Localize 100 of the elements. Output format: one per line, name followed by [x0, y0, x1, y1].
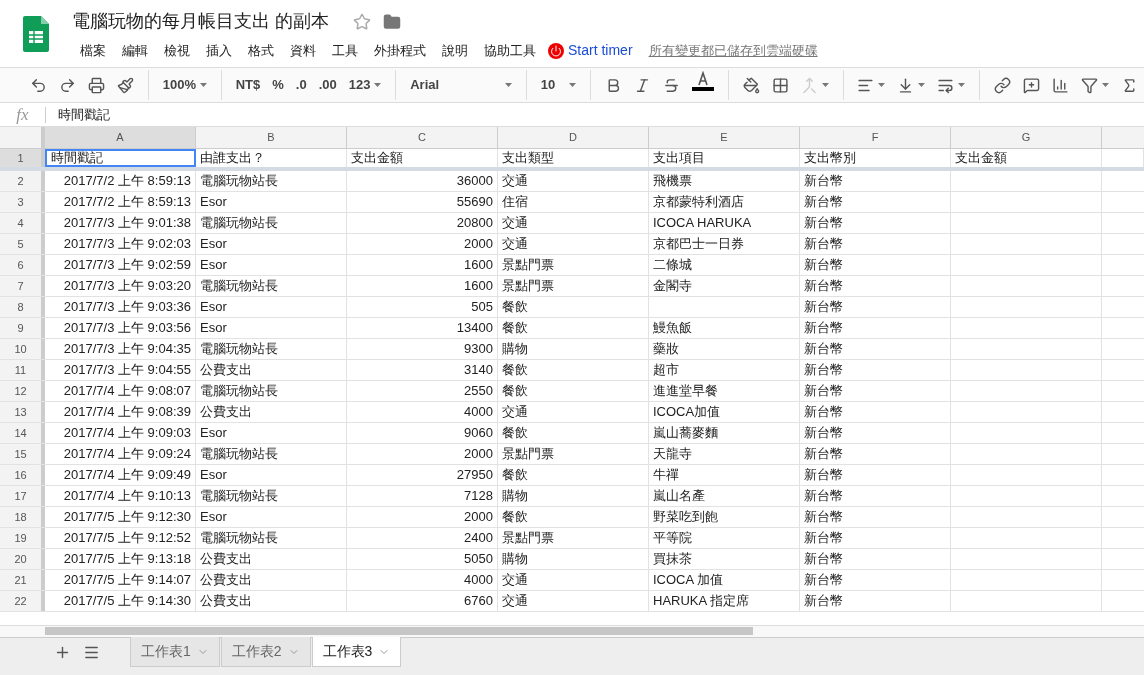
sheet-tab[interactable]: 工作表2 — [220, 637, 311, 667]
table-cell-text: 2000 — [464, 445, 493, 464]
table-cell[interactable]: 時間戳記 — [45, 149, 196, 167]
font-dropdown[interactable]: Arial — [404, 71, 518, 99]
table-cell-text: 野菜吃到飽 — [653, 508, 718, 527]
row-header[interactable]: 22 — [0, 591, 45, 611]
caret-icon — [821, 83, 829, 87]
row-header[interactable]: 4 — [0, 213, 45, 233]
menu-item[interactable]: 檔案 — [72, 39, 114, 63]
percent-format-button[interactable]: % — [266, 71, 290, 99]
caret-icon — [1101, 83, 1109, 87]
table-cell-text: 電腦玩物站長 — [200, 529, 278, 548]
star-icon[interactable] — [353, 12, 371, 31]
decrease-decimal-button[interactable]: .0 — [289, 71, 313, 99]
horizontal-scrollbar[interactable] — [45, 627, 753, 635]
menu-item[interactable]: 工具 — [324, 39, 366, 63]
table-cell-text: 1600 — [464, 256, 493, 275]
caret-icon — [504, 83, 512, 87]
number-format-dropdown[interactable]: 123 — [342, 71, 388, 99]
caret-icon — [958, 83, 966, 87]
table-cell-text: 新台幣 — [804, 508, 843, 527]
menu-item[interactable]: 格式 — [240, 39, 282, 63]
folder-icon[interactable] — [383, 12, 401, 31]
menu-item[interactable]: 編輯 — [114, 39, 156, 63]
table-cell-text: 2017/7/4 上午 9:08:07 — [63, 382, 191, 401]
sheets-logo-icon[interactable] — [23, 16, 49, 52]
table-cell-text: 進進堂早餐 — [653, 382, 718, 401]
table-cell-text: 購物 — [502, 340, 528, 359]
table-cell[interactable]: 支出類型 — [498, 149, 649, 167]
column-header[interactable]: G — [951, 127, 1102, 148]
table-cell-text: 二條城 — [653, 256, 692, 275]
row-header[interactable]: 1 — [0, 149, 45, 167]
power-icon — [548, 42, 564, 59]
row-header[interactable]: 14 — [0, 423, 45, 443]
caret-icon — [918, 83, 926, 87]
column-header[interactable]: E — [649, 127, 800, 148]
table-cell-text: 20800 — [456, 214, 493, 233]
table-cell[interactable]: 支出金額 — [347, 149, 498, 167]
row-header[interactable]: 12 — [0, 381, 45, 401]
table-cell-text: 新台幣 — [804, 571, 843, 590]
table-cell-text: 2017/7/4 上午 9:09:24 — [63, 445, 191, 464]
row-header[interactable]: 5 — [0, 234, 45, 254]
row-header[interactable]: 19 — [0, 528, 45, 548]
row-header[interactable]: 17 — [0, 486, 45, 506]
column-header[interactable]: C — [347, 127, 498, 148]
row-header[interactable]: 18 — [0, 507, 45, 527]
menu-item[interactable]: 插入 — [198, 39, 240, 63]
menu-item[interactable]: 外掛程式 — [366, 39, 434, 63]
row-header[interactable]: 2 — [0, 171, 45, 191]
row-header[interactable]: 15 — [0, 444, 45, 464]
table-cell-text: 新台幣 — [804, 592, 843, 611]
row-header[interactable]: 16 — [0, 465, 45, 485]
table-cell-text: 電腦玩物站長 — [200, 487, 278, 506]
row-header[interactable]: 8 — [0, 297, 45, 317]
zoom-dropdown[interactable]: 100% — [156, 71, 213, 99]
menu-item[interactable]: 說明 — [434, 39, 476, 63]
row-header[interactable]: 13 — [0, 402, 45, 422]
column-header[interactable]: B — [196, 127, 347, 148]
table-cell[interactable]: 支出金額 — [951, 149, 1102, 167]
table-cell[interactable]: 支出幣別 — [800, 149, 951, 167]
sheet-tab[interactable]: 工作表1 — [130, 637, 220, 667]
font-size-dropdown[interactable]: 10 — [534, 71, 583, 99]
table-cell-text: HARUKA 指定席 — [653, 592, 750, 611]
column-header[interactable]: F — [800, 127, 951, 148]
row-header[interactable]: 7 — [0, 276, 45, 296]
start-timer-menu[interactable]: Start timer — [568, 40, 633, 62]
row-header[interactable]: 9 — [0, 318, 45, 338]
document-title[interactable]: 電腦玩物的每月帳目支出 的副本 — [72, 8, 329, 35]
sheet-tab[interactable]: 工作表3 — [311, 637, 402, 667]
table-cell-text: Esor — [200, 466, 227, 485]
table-cell-text: 購物 — [502, 487, 528, 506]
table-cell-text: 2017/7/3 上午 9:01:38 — [63, 214, 191, 233]
row-header[interactable]: 11 — [0, 360, 45, 380]
column-header[interactable]: A — [45, 127, 196, 148]
increase-decimal-button[interactable]: .00 — [312, 71, 343, 99]
table-cell-text: 購物 — [502, 550, 528, 569]
table-cell-text: 平等院 — [653, 529, 692, 548]
row-header[interactable]: 3 — [0, 192, 45, 212]
menu-item[interactable]: 檢視 — [156, 39, 198, 63]
row-header[interactable]: 10 — [0, 339, 45, 359]
currency-format-button[interactable]: NT$ — [229, 71, 267, 99]
row-header[interactable]: 6 — [0, 255, 45, 275]
table-cell[interactable]: 由誰支出？ — [196, 149, 347, 167]
row-header[interactable]: 21 — [0, 570, 45, 590]
table-cell-text: 交通 — [502, 214, 528, 233]
table-cell-text: 5050 — [464, 550, 493, 569]
row-header[interactable]: 20 — [0, 549, 45, 569]
formula-input[interactable]: 時間戳記 — [58, 104, 110, 125]
menu-item[interactable]: 資料 — [282, 39, 324, 63]
column-header[interactable]: D — [498, 127, 649, 148]
table-cell-text: 新台幣 — [804, 235, 843, 254]
table-cell-text: 景點門票 — [502, 256, 554, 275]
table-cell-text: 金閣寺 — [653, 277, 692, 296]
table-cell-text: 餐飲 — [502, 319, 528, 338]
table-cell[interactable]: 支出項目 — [649, 149, 800, 167]
table-cell-text: ICOCA HARUKA — [653, 214, 752, 233]
save-status-link[interactable]: 所有變更都已儲存到雲端硬碟 — [648, 41, 818, 61]
table-cell-text: 2017/7/3 上午 9:04:55 — [63, 361, 191, 380]
table-cell-text: 2017/7/3 上午 9:03:36 — [63, 298, 191, 317]
menu-item[interactable]: 協助工具 — [476, 39, 544, 63]
